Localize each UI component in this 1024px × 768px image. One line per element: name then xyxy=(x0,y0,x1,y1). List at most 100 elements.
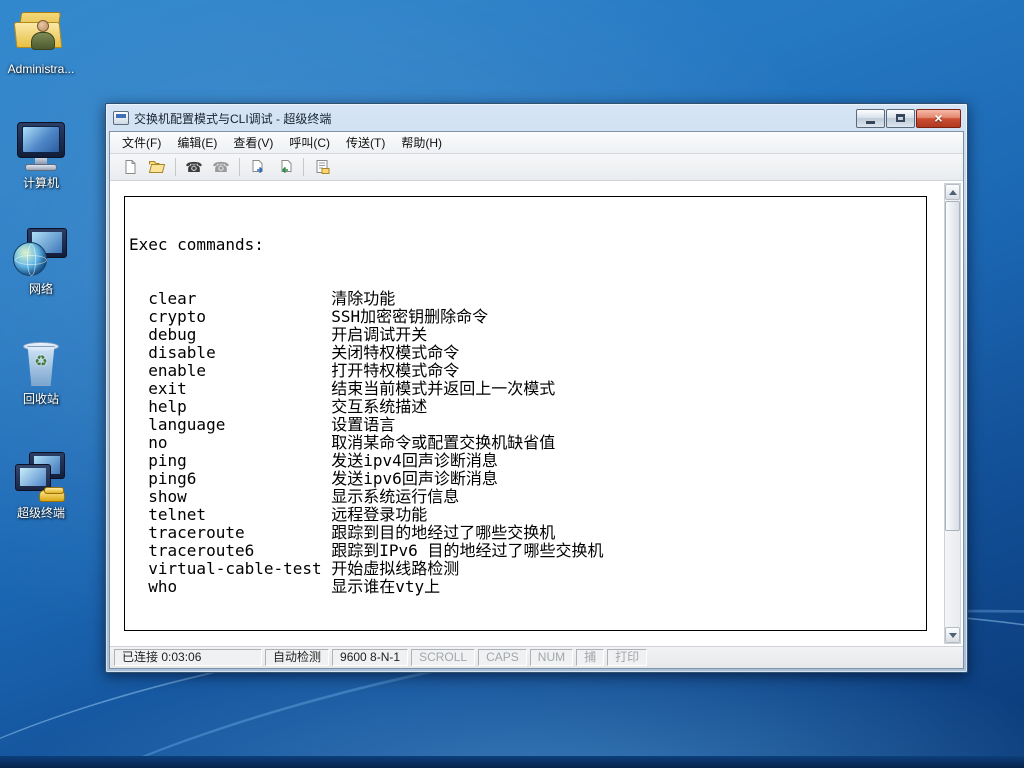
hyperterminal-app-icon xyxy=(113,111,129,125)
command-description: 发送ipv4回声诊断消息 xyxy=(331,451,498,470)
desktop-icon-label: 超级终端 xyxy=(16,506,65,520)
status-detect: 自动检测 xyxy=(265,649,330,666)
command-name: exit xyxy=(148,379,187,398)
command-name: virtual-cable-test xyxy=(148,559,322,578)
properties-button[interactable] xyxy=(310,156,334,178)
menu-item-file[interactable]: 文件(F) xyxy=(114,131,169,154)
exec-command-row: no 取消某命令或配置交换机缺省值 xyxy=(129,434,922,452)
toolbar-separator xyxy=(303,158,304,176)
send-button[interactable] xyxy=(246,156,270,178)
status-num: NUM xyxy=(529,649,574,666)
exec-command-row: traceroute6 跟踪到IPv6 目的地经过了哪些交换机 xyxy=(129,542,922,560)
properties-icon xyxy=(316,160,330,174)
new-connection-button[interactable] xyxy=(118,156,142,178)
terminal-screen[interactable]: Exec commands: clear 清除功能 crypto SSH加密密钥删除命… xyxy=(124,196,927,631)
folder-user-icon xyxy=(13,6,69,60)
status-scroll: SCROLL xyxy=(411,649,476,666)
command-description: 显示系统运行信息 xyxy=(331,487,460,506)
command-description: 显示谁在vty上 xyxy=(331,577,441,596)
exec-command-row: exit 结束当前模式并返回上一次模式 xyxy=(129,380,922,398)
window-titlebar[interactable]: 交换机配置模式与CLI调试 - 超级终端 × xyxy=(109,107,964,131)
exec-command-row: crypto SSH加密密钥删除命令 xyxy=(129,308,922,326)
command-name: language xyxy=(148,415,226,434)
hyperterminal-window: 交换机配置模式与CLI调试 - 超级终端 × 文件(F) 编辑(E) 查看(V)… xyxy=(105,103,968,673)
new-connection-icon xyxy=(125,160,136,174)
scrollbar-thumb[interactable] xyxy=(945,201,960,532)
receive-button[interactable] xyxy=(273,156,297,178)
hangup-button[interactable]: ☎ xyxy=(209,156,233,178)
call-button[interactable]: ☎ xyxy=(182,156,206,178)
toolbar-separator xyxy=(175,158,176,176)
command-name: show xyxy=(148,487,187,506)
window-title: 交换机配置模式与CLI调试 - 超级终端 xyxy=(134,111,332,126)
command-name: who xyxy=(148,577,178,596)
desktop-icon-hyperterminal[interactable]: 超级终端 xyxy=(4,450,78,520)
command-description: 打开特权模式命令 xyxy=(331,361,460,380)
exec-command-row: ping 发送ipv4回声诊断消息 xyxy=(129,452,922,470)
command-description: 发送ipv6回声诊断消息 xyxy=(331,469,498,488)
status-connection: 已连接 0:03:06 xyxy=(114,649,262,666)
chevron-down-icon xyxy=(948,632,957,638)
exec-command-row: ping6 发送ipv6回声诊断消息 xyxy=(129,470,922,488)
menu-item-edit[interactable]: 编辑(E) xyxy=(169,131,225,154)
status-bar: 已连接 0:03:06 自动检测 9600 8-N-1 SCROLL CAPS … xyxy=(110,646,963,668)
exec-command-row: traceroute 跟踪到目的地经过了哪些交换机 xyxy=(129,524,922,542)
command-description: 远程登录功能 xyxy=(331,505,428,524)
desktop-icon-network[interactable]: 网络 xyxy=(4,226,78,296)
menu-item-view[interactable]: 查看(V) xyxy=(225,131,281,154)
terminal-client-area: Exec commands: clear 清除功能 crypto SSH加密密钥删除命… xyxy=(110,181,963,646)
scroll-down-button[interactable] xyxy=(945,627,960,643)
exec-command-row: show 显示系统运行信息 xyxy=(129,488,922,506)
toolbar-separator xyxy=(239,158,240,176)
scroll-up-button[interactable] xyxy=(945,184,960,200)
exec-command-row: help 交互系统描述 xyxy=(129,398,922,416)
hangup-icon: ☎ xyxy=(212,159,230,175)
exec-command-row: disable 关闭特权模式命令 xyxy=(129,344,922,362)
desktop-icon-administrator[interactable]: Administra... xyxy=(4,6,78,76)
command-name: clear xyxy=(148,289,197,308)
vertical-scrollbar[interactable] xyxy=(944,183,961,644)
hyperterminal-icon xyxy=(13,450,69,504)
command-description: 开启调试开关 xyxy=(331,325,428,344)
exec-command-list: clear 清除功能 crypto SSH加密密钥删除命令 debug 开启调试开关 dis… xyxy=(129,290,922,596)
exec-command-row: virtual-cable-test 开始虚拟线路检测 xyxy=(129,560,922,578)
command-description: 跟踪到IPv6 目的地经过了哪些交换机 xyxy=(331,541,604,560)
minimize-button[interactable] xyxy=(856,108,885,128)
status-caps: CAPS xyxy=(478,649,527,666)
command-name: no xyxy=(148,433,168,452)
exec-command-row: who 显示谁在vty上 xyxy=(129,578,922,596)
send-file-icon xyxy=(252,160,263,174)
desktop-icon-label: 计算机 xyxy=(22,176,59,190)
menu-item-help[interactable]: 帮助(H) xyxy=(393,131,450,154)
maximize-button[interactable] xyxy=(886,108,915,128)
desktop-icon-label: 回收站 xyxy=(22,392,59,406)
network-globe-icon xyxy=(13,226,69,280)
exec-command-row: telnet 远程登录功能 xyxy=(129,506,922,524)
open-folder-icon xyxy=(148,161,166,173)
exec-command-row: debug 开启调试开关 xyxy=(129,326,922,344)
background-band xyxy=(0,756,1024,768)
receive-file-icon xyxy=(281,160,292,174)
chevron-up-icon xyxy=(948,189,957,195)
desktop-icon-computer[interactable]: 计算机 xyxy=(4,120,78,190)
open-button[interactable] xyxy=(145,156,169,178)
command-name: disable xyxy=(148,343,216,362)
command-description: 清除功能 xyxy=(331,289,396,308)
menu-item-transfer[interactable]: 传送(T) xyxy=(338,131,393,154)
command-description: 交互系统描述 xyxy=(331,397,428,416)
command-name: debug xyxy=(148,325,197,344)
command-name: crypto xyxy=(148,307,207,326)
close-button[interactable]: × xyxy=(916,108,961,128)
command-description: 结束当前模式并返回上一次模式 xyxy=(331,379,556,398)
command-description: 取消某命令或配置交换机缺省值 xyxy=(331,433,556,452)
desktop-icon-recycle-bin[interactable]: ♻ 回收站 xyxy=(4,336,78,406)
desktop-icon-label: Administra... xyxy=(7,62,75,76)
command-name: help xyxy=(148,397,187,416)
computer-icon xyxy=(13,120,69,174)
command-name: ping6 xyxy=(148,469,197,488)
command-description: SSH加密密钥删除命令 xyxy=(331,307,489,326)
menu-item-call[interactable]: 呼叫(C) xyxy=(281,131,338,154)
command-description: 关闭特权模式命令 xyxy=(331,343,460,362)
command-name: traceroute6 xyxy=(148,541,255,560)
status-print: 打印 xyxy=(607,649,648,666)
